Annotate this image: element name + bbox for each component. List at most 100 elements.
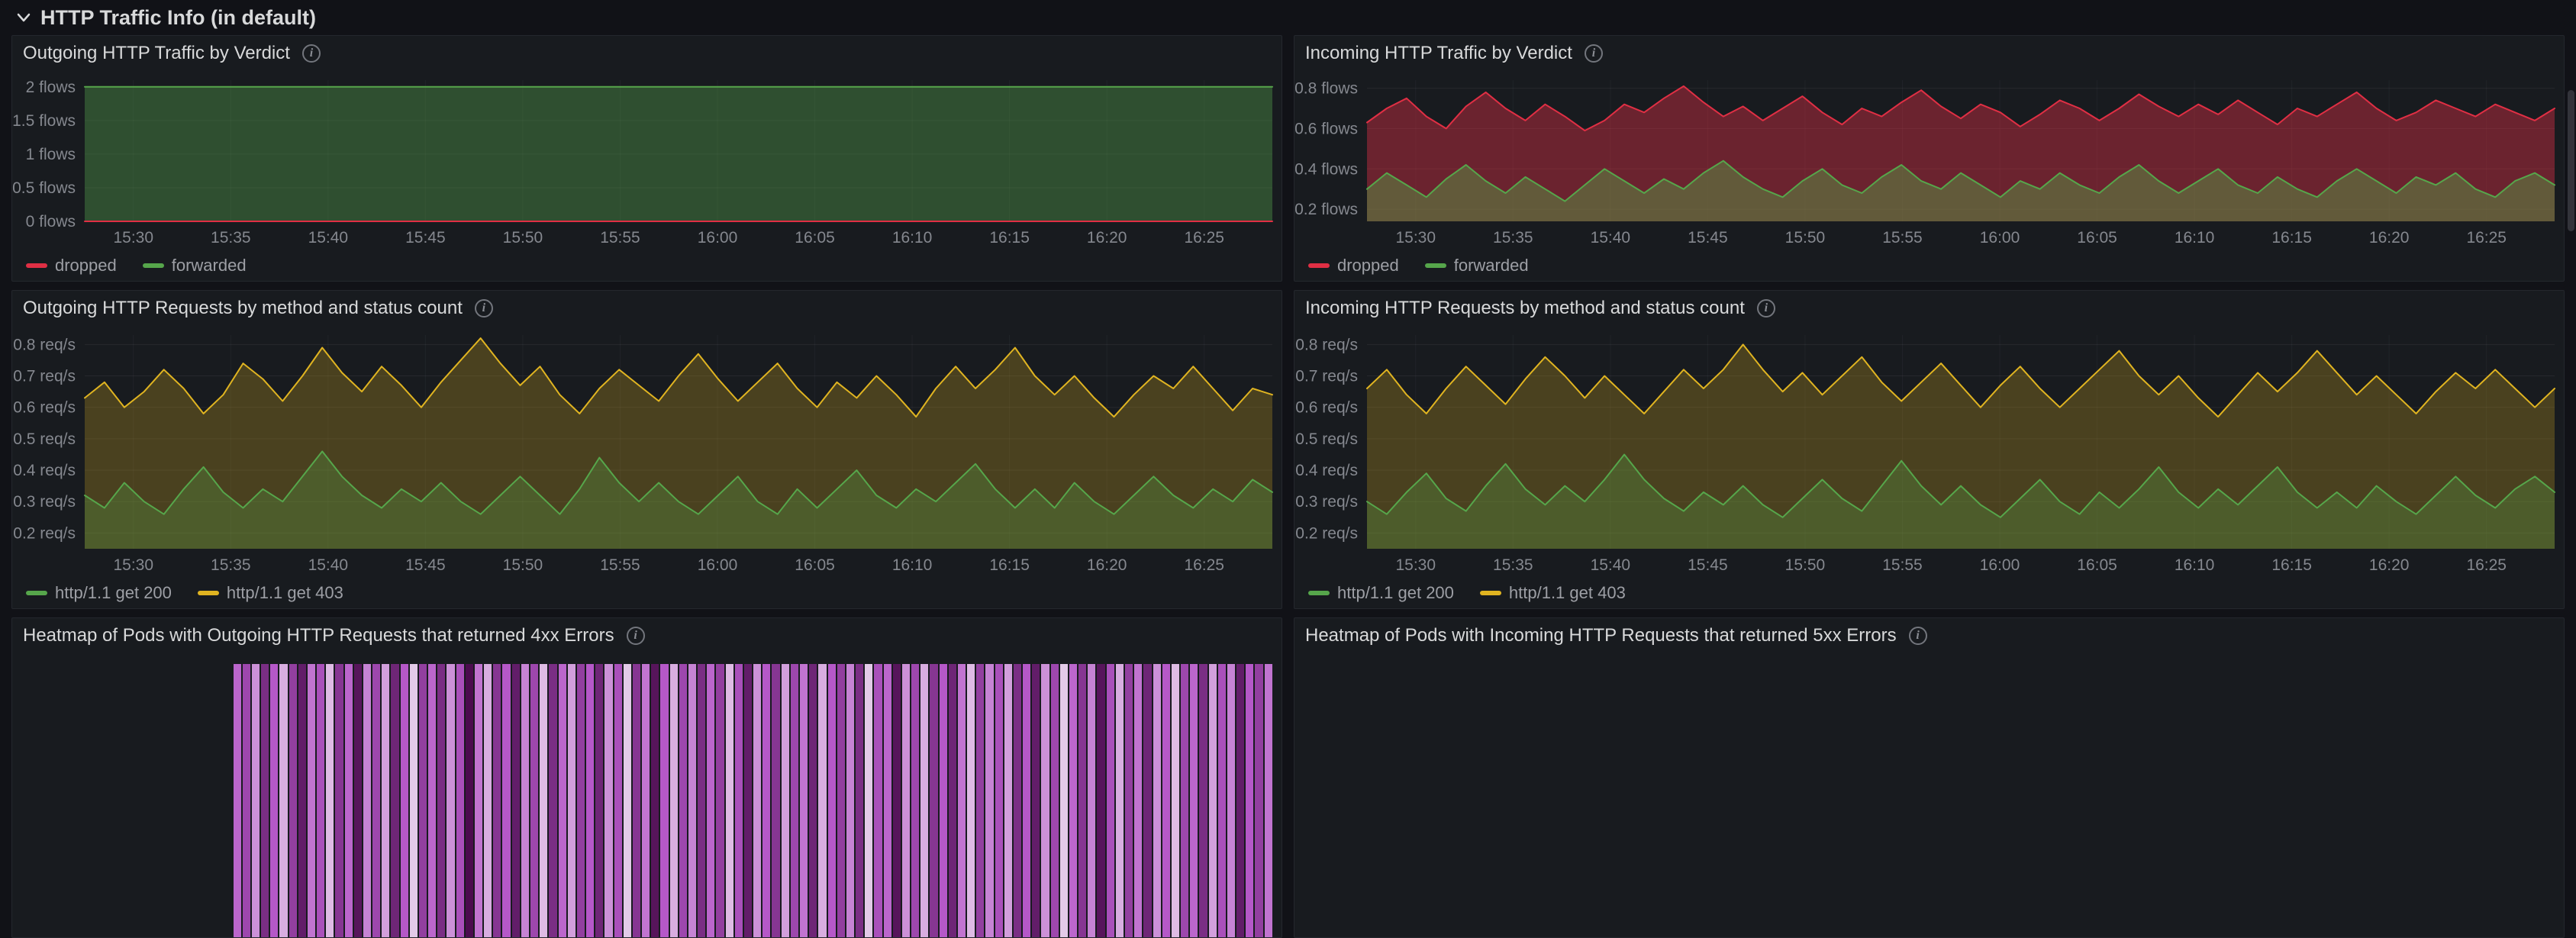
heatmap-cell-column[interactable]	[1217, 664, 1226, 937]
heatmap-cell-column[interactable]	[317, 664, 325, 937]
heatmap-cell-column[interactable]	[976, 664, 985, 937]
heatmap-cell-column[interactable]	[734, 664, 743, 937]
heatmap-cell-column[interactable]	[985, 664, 994, 937]
heatmap-cell-column[interactable]	[1059, 664, 1068, 937]
heatmap-cell-column[interactable]	[1199, 664, 1207, 937]
heatmap-cell-column[interactable]	[1106, 664, 1114, 937]
heatmap-cell-column[interactable]	[465, 664, 473, 937]
heatmap-cell-column[interactable]	[558, 664, 566, 937]
heatmap-cell-column[interactable]	[1013, 664, 1022, 937]
heatmap-cell-column[interactable]	[409, 664, 418, 937]
heatmap-cell-column[interactable]	[540, 664, 548, 937]
heatmap-cell-column[interactable]	[372, 664, 381, 937]
heatmap-cell-column[interactable]	[1004, 664, 1012, 937]
heatmap-cell-column[interactable]	[428, 664, 437, 937]
heatmap-cell-column[interactable]	[1032, 664, 1040, 937]
heatmap-cell-column[interactable]	[353, 664, 362, 937]
heatmap-cell-column[interactable]	[632, 664, 641, 937]
heatmap-cell-column[interactable]	[901, 664, 911, 937]
legend-item-dropped[interactable]: dropped	[26, 256, 117, 276]
info-icon[interactable]: i	[626, 627, 645, 645]
heatmap-cell-column[interactable]	[809, 664, 817, 937]
timeseries-chart[interactable]: 0.2 flows 0.4 flows 0.6 flows 0.8 flows 15:3…	[1294, 71, 2564, 254]
heatmap-cell-column[interactable]	[623, 664, 631, 937]
heatmap-cell-column[interactable]	[1255, 664, 1263, 937]
heatmap-cell-column[interactable]	[818, 664, 827, 937]
row-header-http-traffic-info[interactable]: HTTP Traffic Info (in default)	[11, 0, 2565, 35]
heatmap-cell-column[interactable]	[261, 664, 269, 937]
heatmap-cell-column[interactable]	[1236, 664, 1245, 937]
heatmap-cell-column[interactable]	[391, 664, 399, 937]
legend-item-get-200[interactable]: http/1.1 get 200	[1308, 583, 1454, 603]
info-icon[interactable]: i	[474, 299, 493, 318]
heatmap-cell-column[interactable]	[502, 664, 511, 937]
heatmap-cell-column[interactable]	[1125, 664, 1133, 937]
heatmap-cell-column[interactable]	[289, 664, 297, 937]
heatmap-cell-column[interactable]	[781, 664, 789, 937]
heatmap-cell-column[interactable]	[521, 664, 529, 937]
heatmap-cell-column[interactable]	[335, 664, 343, 937]
heatmap-cell-column[interactable]	[1097, 664, 1105, 937]
heatmap-cell-column[interactable]	[911, 664, 920, 937]
heatmap-cell-column[interactable]	[605, 664, 613, 937]
heatmap-cell-column[interactable]	[698, 664, 706, 937]
heatmap-cell-column[interactable]	[1190, 664, 1198, 937]
heatmap-cell-column[interactable]	[799, 664, 808, 937]
heatmap-cell-column[interactable]	[1078, 664, 1087, 937]
panel-header[interactable]: Incoming HTTP Traffic by Verdict i	[1294, 36, 2564, 71]
heatmap-chart[interactable]	[1294, 653, 2564, 937]
info-icon[interactable]: i	[1584, 44, 1603, 63]
heatmap-cell-column[interactable]	[1246, 664, 1254, 937]
heatmap-cell-column[interactable]	[772, 664, 780, 937]
heatmap-cell-column[interactable]	[447, 664, 455, 937]
heatmap-cell-column[interactable]	[251, 664, 260, 937]
heatmap-cell-column[interactable]	[233, 664, 241, 937]
heatmap-cell-column[interactable]	[716, 664, 724, 937]
heatmap-cell-column[interactable]	[957, 664, 966, 937]
legend-item-forwarded[interactable]: forwarded	[142, 256, 247, 276]
heatmap-cell-column[interactable]	[1171, 664, 1180, 937]
heatmap-cell-column[interactable]	[1181, 664, 1189, 937]
heatmap-cell-column[interactable]	[1023, 664, 1031, 937]
heatmap-cell-column[interactable]	[707, 664, 715, 937]
heatmap-cell-column[interactable]	[846, 664, 855, 937]
panel-title[interactable]: Outgoing HTTP Requests by method and sta…	[23, 298, 463, 319]
heatmap-cell-column[interactable]	[307, 664, 316, 937]
heatmap-cell-column[interactable]	[1134, 664, 1143, 937]
panel-header[interactable]: Outgoing HTTP Requests by method and sta…	[12, 291, 1282, 326]
heatmap-cell-column[interactable]	[874, 664, 882, 937]
heatmap-cell-column[interactable]	[1264, 664, 1272, 937]
info-icon[interactable]: i	[1756, 299, 1775, 318]
legend-item-get-200[interactable]: http/1.1 get 200	[26, 583, 172, 603]
heatmap-cell-column[interactable]	[967, 664, 975, 937]
heatmap-cell-column[interactable]	[837, 664, 845, 937]
heatmap-cell-column[interactable]	[865, 664, 873, 937]
heatmap-cell-column[interactable]	[1041, 664, 1049, 937]
heatmap-cell-column[interactable]	[642, 664, 650, 937]
timeseries-chart[interactable]: 0.2 req/s 0.3 req/s 0.4 req/s 0.5 req/s 0.6 …	[12, 326, 1282, 582]
heatmap-cell-column[interactable]	[456, 664, 464, 937]
panel-title[interactable]: Outgoing HTTP Traffic by Verdict	[23, 43, 290, 64]
heatmap-cell-column[interactable]	[614, 664, 622, 937]
heatmap-cell-column[interactable]	[484, 664, 492, 937]
heatmap-cell-column[interactable]	[1153, 664, 1161, 937]
heatmap-cell-column[interactable]	[995, 664, 1003, 937]
heatmap-cell-column[interactable]	[883, 664, 891, 937]
panel-title[interactable]: Heatmap of Pods with Outgoing HTTP Reque…	[23, 625, 614, 646]
page-scrollbar[interactable]	[2568, 90, 2574, 231]
panel-header[interactable]: Heatmap of Pods with Outgoing HTTP Reque…	[12, 618, 1282, 653]
heatmap-cell-column[interactable]	[1115, 664, 1124, 937]
heatmap-cell-column[interactable]	[1227, 664, 1236, 937]
heatmap-cell-column[interactable]	[790, 664, 798, 937]
info-icon[interactable]: i	[301, 44, 321, 63]
panel-header[interactable]: Incoming HTTP Requests by method and sta…	[1294, 291, 2564, 326]
heatmap-cell-column[interactable]	[753, 664, 762, 937]
timeseries-chart[interactable]: 0.2 req/s 0.3 req/s 0.4 req/s 0.5 req/s 0.6 …	[1294, 326, 2564, 582]
heatmap-cell-column[interactable]	[1069, 664, 1078, 937]
info-icon[interactable]: i	[1908, 627, 1927, 645]
heatmap-cell-column[interactable]	[437, 664, 446, 937]
heatmap-cell-column[interactable]	[279, 664, 288, 937]
heatmap-cell-column[interactable]	[549, 664, 557, 937]
heatmap-cell-column[interactable]	[530, 664, 539, 937]
heatmap-cell-column[interactable]	[493, 664, 501, 937]
